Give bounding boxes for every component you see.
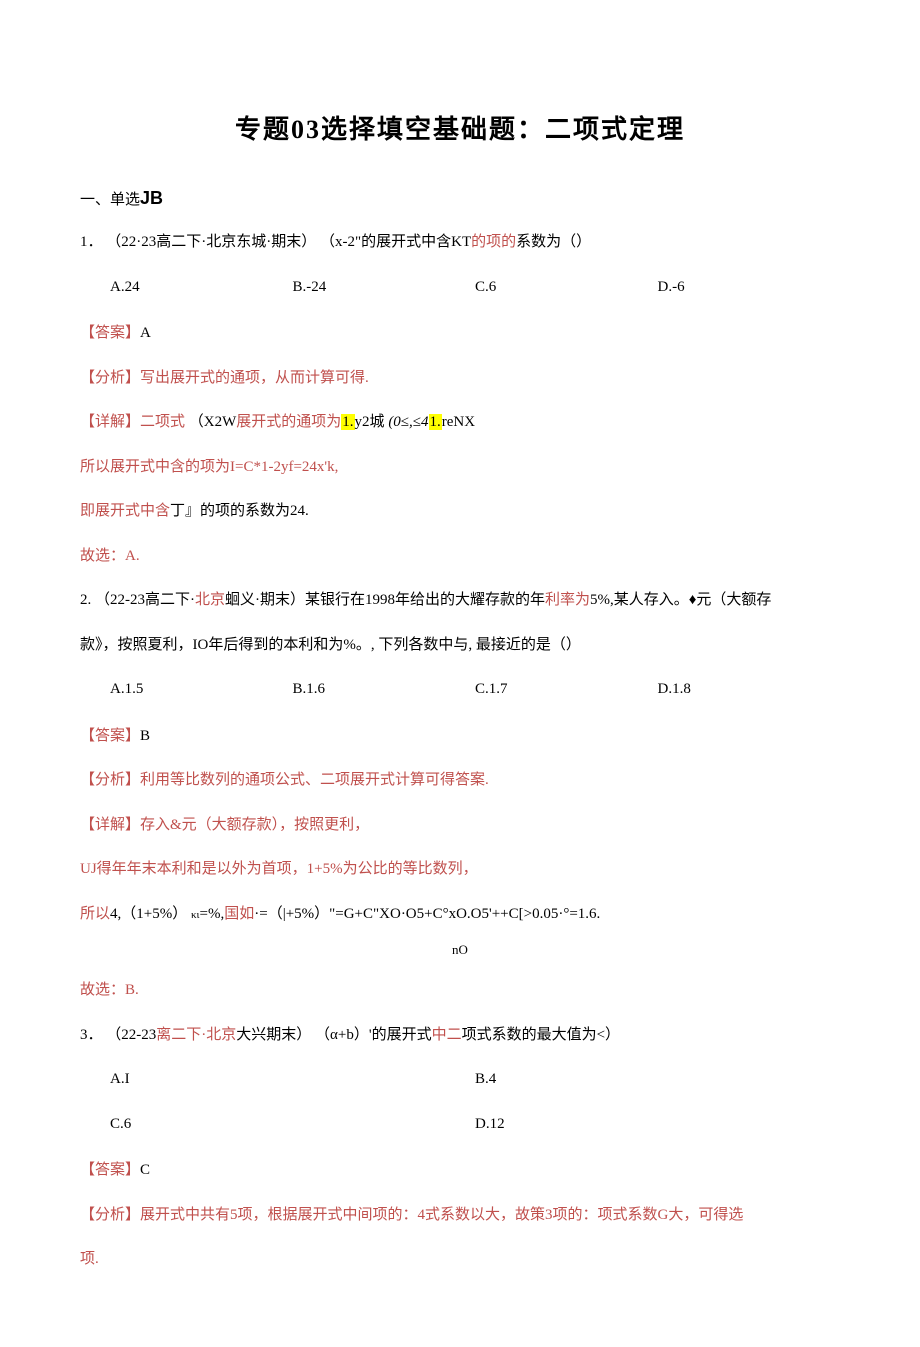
- q1-stem-text: （x-2"的展开式中含KT: [320, 234, 471, 250]
- q3-analysis-text: 展开式中共有5项，根据展开式中间项的：4式系数以大，故策3项的：项式系数G大，可…: [140, 1207, 743, 1223]
- q2-detail-text: 存入&元（大额存款），按照更利，: [140, 817, 369, 833]
- q3-stem-text: （α+b）'的展开式: [315, 1027, 432, 1043]
- q3-src1: （22-23: [106, 1027, 156, 1043]
- q1-det-mid: （X2W: [185, 414, 236, 430]
- analysis-label: 【分析】: [80, 1207, 140, 1223]
- q1-line2a: 即展开式中含: [80, 503, 170, 519]
- q3-src2: 离二下·: [156, 1027, 206, 1043]
- q1-choose: 故选：A.: [80, 539, 840, 574]
- q3-opt-c: C.6: [110, 1107, 475, 1142]
- document-title: 专题03选择填空基础题：二项式定理: [80, 100, 840, 160]
- q1-stem: 1． （22·23高二下·北京东城·期末） （x-2"的展开式中含KT的项的系数…: [80, 225, 840, 260]
- q3-src3: 北京: [206, 1027, 236, 1043]
- q2-line4c: κι: [191, 909, 200, 921]
- q1-answer: 【答案】A: [80, 316, 840, 351]
- q2-src1: （22-23高二下·: [95, 592, 195, 608]
- q1-opt-c: C.6: [475, 270, 658, 305]
- q3-src4: 大兴期末）: [236, 1027, 311, 1043]
- q2-line3: UJ得年年末本利和是以外为首项，1+5%为公比的等比数列，: [80, 852, 840, 887]
- q1-stem-end: 系数为（）: [516, 234, 591, 250]
- q1-hl2: 1.: [429, 414, 442, 430]
- q2-src3: 蛔义·期末）某银行在1998年给出的大耀存款的年: [225, 592, 545, 608]
- q2-sub: nO: [80, 935, 840, 965]
- q2-stem-line1: 2. （22-23高二下·北京蛔义·期末）某银行在1998年给出的大耀存款的年利…: [80, 583, 840, 618]
- detail-label: 【详解】: [80, 817, 140, 833]
- section-bold: JB: [140, 188, 163, 208]
- q1-det-ital: (0≤,≤4: [388, 414, 428, 430]
- q3-answer-val: C: [140, 1162, 150, 1178]
- q2-answer: 【答案】B: [80, 719, 840, 754]
- q3-opt-d: D.12: [475, 1107, 840, 1142]
- q1-det-mid2: 展开式的通项为: [236, 414, 341, 430]
- q2-line4f: ·=（|+5%）"=G+C"XO·O5+C°xO.O5'++C[>0.05·°=…: [254, 906, 600, 922]
- q2-opt-c: C.1.7: [475, 672, 658, 707]
- q2-analysis: 【分析】利用等比数列的通项公式、二项展开式计算可得答案.: [80, 763, 840, 798]
- q2-opt-d: D.1.8: [658, 672, 841, 707]
- section-prefix: 一、单选: [80, 192, 140, 208]
- q2-analysis-text: 利用等比数列的通项公式、二项展开式计算可得答案.: [140, 772, 489, 788]
- q2-stem-line2: 款》，按照夏利，IO年后得到的本利和为%。, 下列各数中与, 最接近的是（）: [80, 628, 840, 663]
- q3-options: A.I B.4 C.6 D.12: [110, 1062, 840, 1141]
- q2-choose: 故选：B.: [80, 973, 840, 1008]
- q2-number: 2.: [80, 592, 91, 608]
- answer-label: 【答案】: [80, 728, 140, 744]
- q1-source: （22·23高二下·北京东城·期末）: [106, 234, 316, 250]
- q2-opt-b: B.1.6: [293, 672, 476, 707]
- q3-stem-e: 项式系数的最大值为<）: [462, 1027, 620, 1043]
- q2-detail: 【详解】存入&元（大额存款），按照更利，: [80, 808, 840, 843]
- q1-line2b: 丁』的项的系数为24.: [170, 503, 309, 519]
- q1-analysis: 【分析】写出展开式的通项，从而计算可得.: [80, 361, 840, 396]
- q3-stem-r: 中二: [432, 1027, 462, 1043]
- q1-line1: 所以展开式中含的项为I=C*1-2yf=24x'k,: [80, 450, 840, 485]
- q3-opt-a: A.I: [110, 1062, 475, 1097]
- q2-line4: 所以4,（1+5%） κι=%,国如·=（|+5%）"=G+C"XO·O5+C°…: [80, 897, 840, 932]
- analysis-label: 【分析】: [80, 772, 140, 788]
- answer-label: 【答案】: [80, 325, 140, 341]
- q1-opt-a: A.24: [110, 270, 293, 305]
- q1-opt-d: D.-6: [658, 270, 841, 305]
- q1-line2: 即展开式中含丁』的项的系数为24.: [80, 494, 840, 529]
- q2-opt-a: A.1.5: [110, 672, 293, 707]
- analysis-label: 【分析】: [80, 370, 140, 386]
- q3-stem: 3． （22-23离二下·北京大兴期末） （α+b）'的展开式中二项式系数的最大…: [80, 1018, 840, 1053]
- q1-answer-val: A: [140, 325, 151, 341]
- section-header: 一、单选JB: [80, 178, 840, 219]
- answer-label: 【答案】: [80, 1162, 140, 1178]
- q1-detail: 【详解】二项式 （X2W展开式的通项为1.y2城 (0≤,≤41.reNX: [80, 405, 840, 440]
- q1-det-end: reNX: [442, 414, 475, 430]
- q2-options: A.1.5 B.1.6 C.1.7 D.1.8: [110, 672, 840, 707]
- q1-det-mid3: y2城: [355, 414, 389, 430]
- q2-src5: 5%,某人存入。♦元（大额存: [590, 592, 771, 608]
- q1-opt-b: B.-24: [293, 270, 476, 305]
- q3-answer: 【答案】C: [80, 1153, 840, 1188]
- q3-number: 3．: [80, 1027, 103, 1043]
- q1-hl1: 1.: [341, 414, 354, 430]
- q1-options: A.24 B.-24 C.6 D.-6: [110, 270, 840, 305]
- q2-line4a: 所以: [80, 906, 110, 922]
- q1-number: 1．: [80, 234, 103, 250]
- q2-line4b: 4,（1+5%）: [110, 906, 187, 922]
- q3-analysis: 【分析】展开式中共有5项，根据展开式中间项的：4式系数以大，故策3项的：项式系数…: [80, 1198, 840, 1233]
- q2-src4: 利率为: [545, 592, 590, 608]
- q1-analysis-text: 写出展开式的通项，从而计算可得.: [140, 370, 369, 386]
- q2-line4d: =%,: [200, 906, 225, 922]
- q3-analysis-end: 项.: [80, 1242, 840, 1277]
- q3-opt-b: B.4: [475, 1062, 840, 1097]
- q2-line4e: 国如: [224, 906, 254, 922]
- q1-stem-red: 的项的: [471, 234, 516, 250]
- q1-det-pre: 二项式: [140, 414, 185, 430]
- q2-answer-val: B: [140, 728, 150, 744]
- detail-label: 【详解】: [80, 414, 140, 430]
- q2-src2: 北京: [195, 592, 225, 608]
